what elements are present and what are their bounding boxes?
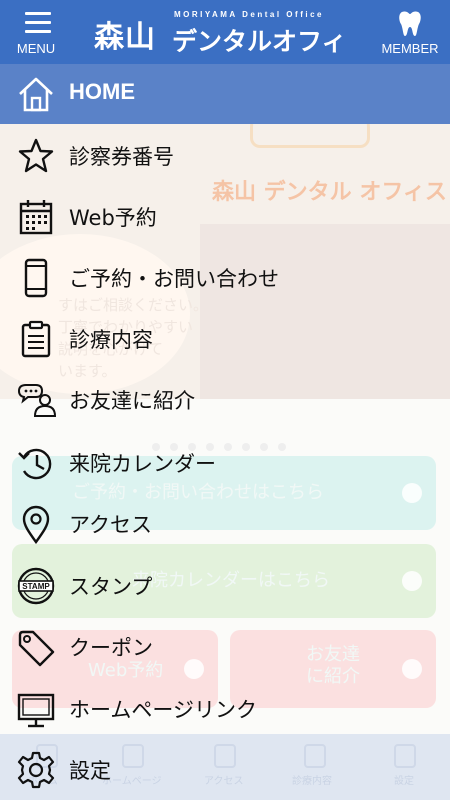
menu-item-settings[interactable]: 設定 [0, 740, 450, 800]
phone-icon [24, 258, 48, 298]
clipboard-icon [21, 320, 51, 358]
menu-item-coupon[interactable]: クーポン [0, 617, 450, 677]
chat-person-icon [17, 384, 56, 417]
menu-label-web-reservation: Web予約 [69, 206, 157, 230]
menu-label-stamp: スタンプ [69, 575, 153, 599]
gear-icon [17, 751, 55, 789]
logo-subtitle: MORIYAMA Dental Office [174, 10, 324, 19]
menu-label-visit-calendar: 来院カレンダー [69, 452, 216, 476]
menu-label: MENU [16, 41, 56, 56]
menu-item-referral[interactable]: お友達に紹介 [0, 370, 450, 430]
star-icon [18, 138, 54, 173]
menu-label-homepage-link: ホームページリンク [69, 698, 257, 722]
map-pin-icon [22, 505, 50, 544]
history-icon [18, 448, 52, 480]
hamburger-icon [25, 12, 51, 39]
menu-label-contact: ご予約・お問い合わせ [69, 267, 279, 291]
menu-item-web-reservation[interactable]: Web予約 [0, 187, 450, 247]
menu-button[interactable]: MENU [0, 8, 72, 58]
monitor-icon [17, 693, 55, 728]
menu-label-settings: 設定 [69, 759, 111, 783]
stamp-icon: STAMP [17, 567, 55, 605]
menu-item-treatment[interactable]: 診療内容 [0, 309, 450, 369]
menu-item-patient-card[interactable]: 診察券番号 [0, 126, 450, 186]
logo-kanji: 森山 [94, 20, 156, 55]
menu-item-stamp[interactable]: STAMP スタンプ [0, 556, 450, 616]
menu-item-access[interactable]: アクセス [0, 494, 450, 554]
tooth-icon [399, 11, 421, 37]
menu-label-access: アクセス [69, 513, 152, 537]
app-header: MENU 森山 MORIYAMA Dental Office デンタルオフィス … [0, 0, 450, 92]
menu-label-treatment: 診療内容 [69, 328, 153, 352]
member-label: MEMBER [381, 41, 439, 56]
menu-item-homepage-link[interactable]: ホームページリンク [0, 679, 450, 739]
menu-item-visit-calendar[interactable]: 来院カレンダー [0, 433, 450, 493]
member-button[interactable]: MEMBER [370, 8, 450, 58]
calendar-icon [19, 200, 53, 235]
menu-item-contact[interactable]: ご予約・お問い合わせ [0, 248, 450, 308]
app-logo: 森山 MORIYAMA Dental Office デンタルオフィス [94, 8, 359, 92]
menu-item-home[interactable]: HOME [0, 64, 450, 124]
menu-label-referral: お友達に紹介 [69, 389, 195, 413]
menu-label-home: HOME [69, 79, 135, 104]
home-icon [19, 77, 53, 112]
drawer-menu: HOME 診察券番号 Web予約 ご予約・お問い合わせ 診療内容 お友達に紹介 … [0, 64, 450, 800]
menu-label-coupon: クーポン [69, 636, 153, 660]
menu-label-patient-card: 診察券番号 [69, 145, 174, 169]
tag-icon [18, 630, 55, 667]
svg-text:STAMP: STAMP [22, 582, 50, 591]
